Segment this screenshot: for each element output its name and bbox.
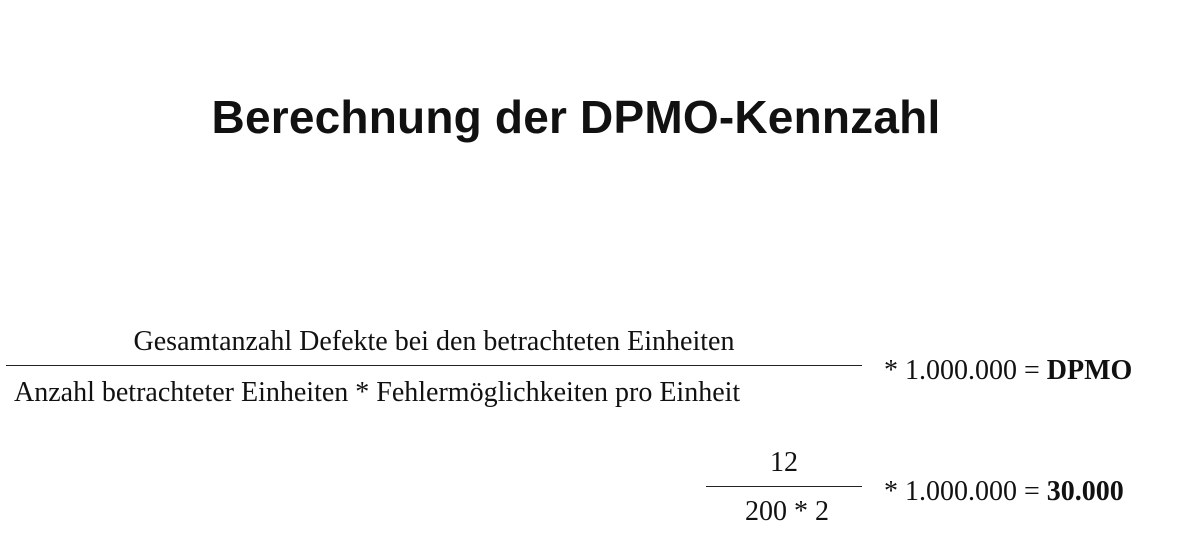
example-right-side: * 1.000.000 = 30.000 [884,475,1124,509]
dpmo-example: 12 200 * 2 * 1.000.000 = 30.000 [706,446,1176,536]
example-multiplier: * 1.000.000 = [884,476,1040,507]
formula-result: DPMO [1046,355,1133,386]
formula-numerator: Gesamtanzahl Defekte bei den betrachtete… [133,326,735,357]
example-denominator: 200 * 2 [745,496,829,527]
formula-right-side: * 1.000.000 = DPMO [884,354,1132,388]
formula-denominator: Anzahl betrachteter Einheiten * Fehlermö… [14,377,741,408]
fraction-bar [6,365,862,366]
example-numerator: 12 [770,447,798,478]
dpmo-formula: Gesamtanzahl Defekte bei den betrachtete… [6,325,1176,415]
formula-fraction: Gesamtanzahl Defekte bei den betrachtete… [6,325,876,415]
formula-multiplier: * 1.000.000 = [884,355,1040,386]
example-result: 30.000 [1046,476,1124,507]
page-title: Berechnung der DPMO-Kennzahl [211,90,941,143]
fraction-bar [706,486,862,487]
example-fraction: 12 200 * 2 [706,446,862,536]
